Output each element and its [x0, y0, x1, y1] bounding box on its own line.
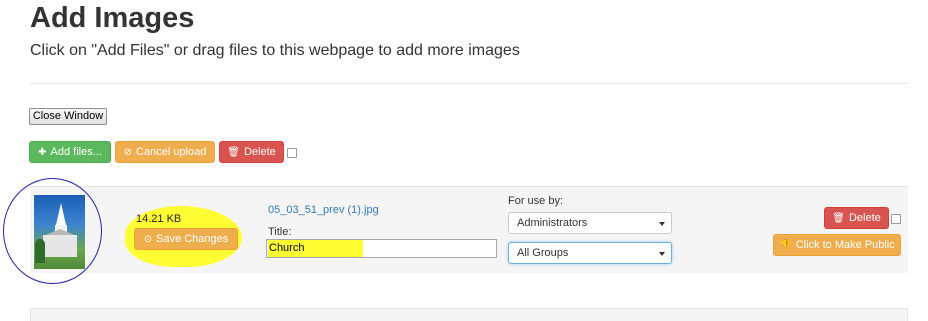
cancel-upload-button[interactable]: ⊘ Cancel upload	[115, 141, 215, 163]
title-input-value: Church	[269, 242, 305, 254]
audience-select[interactable]: Administrators	[508, 212, 672, 234]
divider	[30, 83, 908, 84]
row-checkbox[interactable]	[891, 214, 901, 224]
annotation-circle	[3, 178, 102, 284]
trash-icon: 🗑	[227, 147, 240, 158]
select-all-checkbox[interactable]	[287, 148, 297, 158]
delete-all-label: Delete	[243, 146, 276, 158]
add-files-label: Add files...	[50, 146, 102, 158]
make-public-button[interactable]: 👎 Click to Make Public	[773, 234, 901, 256]
file-name-link[interactable]: 05_03_51_prev (1).jpg	[268, 204, 379, 216]
group-select[interactable]: All Groups	[508, 242, 672, 264]
file-size: 14.21 KB	[136, 213, 182, 225]
ban-icon: ⊘	[123, 147, 133, 158]
audience-select-value: Administrators	[517, 217, 588, 229]
title-field-label: Title:	[268, 226, 292, 238]
drop-zone-panel	[30, 308, 908, 321]
make-public-label: Click to Make Public	[795, 239, 895, 251]
for-use-label: For use by:	[508, 195, 564, 207]
group-select-value: All Groups	[517, 247, 569, 259]
add-files-button[interactable]: ✚ Add files...	[29, 141, 111, 163]
page-title: Add Images	[30, 2, 195, 34]
save-changes-label: Save Changes	[156, 233, 229, 245]
thumbs-down-icon: 👎	[779, 240, 792, 251]
add-images-page: Add Images Click on "Add Files" or drag …	[0, 0, 928, 321]
chevron-down-icon	[659, 222, 665, 226]
delete-file-label: Delete	[848, 212, 881, 224]
plus-icon: ✚	[38, 147, 47, 158]
delete-all-button[interactable]: 🗑 Delete	[219, 141, 284, 163]
trash-icon: 🗑	[832, 213, 845, 224]
chevron-down-icon	[659, 252, 665, 256]
circle-icon: ⊙	[143, 234, 153, 245]
cancel-upload-label: Cancel upload	[136, 146, 207, 158]
delete-file-button[interactable]: 🗑 Delete	[824, 207, 889, 229]
close-window-button[interactable]: Close Window	[29, 108, 107, 125]
page-subtitle: Click on "Add Files" or drag files to th…	[30, 42, 520, 59]
save-changes-button[interactable]: ⊙ Save Changes	[134, 228, 238, 250]
